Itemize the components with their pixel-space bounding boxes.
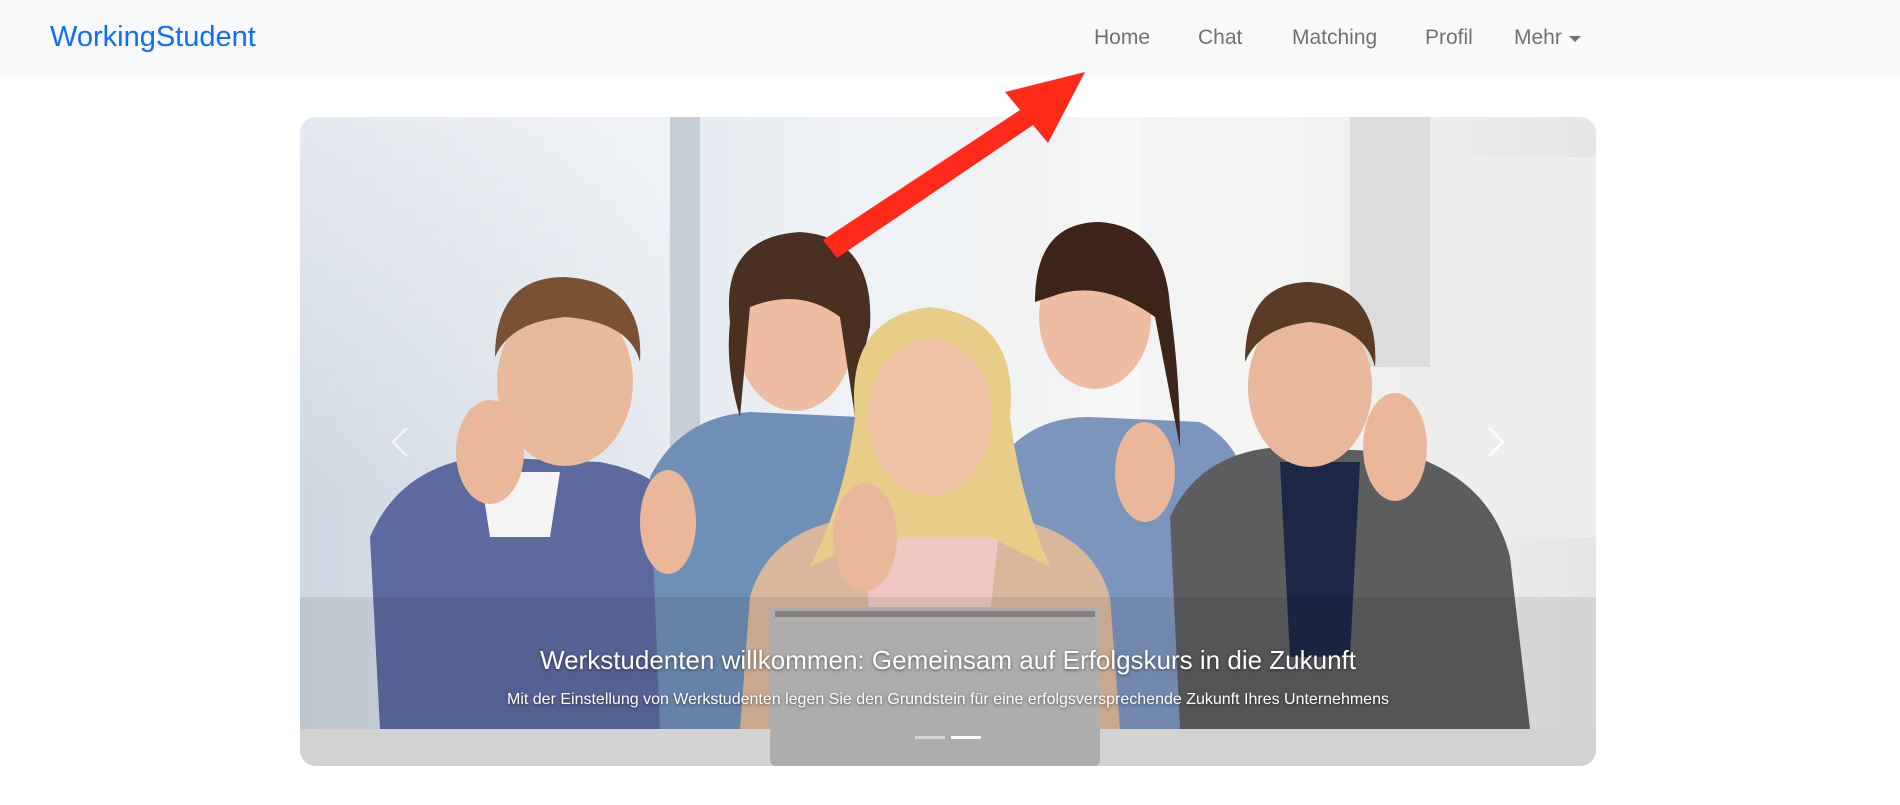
carousel-indicators xyxy=(300,736,1596,739)
nav-link-home[interactable]: Home xyxy=(1094,26,1150,50)
carousel-next-button[interactable] xyxy=(1456,377,1536,507)
brand-link[interactable]: WorkingStudent xyxy=(50,21,256,54)
nav-link-chat[interactable]: Chat xyxy=(1198,26,1242,50)
nav-dropdown-label: Mehr xyxy=(1514,26,1562,49)
carousel-caption-title: Werkstudenten willkommen: Gemeinsam auf … xyxy=(540,645,1356,675)
nav-link-profil[interactable]: Profil xyxy=(1425,26,1473,50)
annotation-arrow-icon xyxy=(823,72,1085,258)
carousel-indicator-2[interactable] xyxy=(951,736,981,739)
caret-down-icon xyxy=(1568,36,1581,42)
carousel-prev-button[interactable] xyxy=(360,377,440,507)
chevron-right-icon xyxy=(1488,427,1505,457)
carousel-caption-text: Mit der Einstellung von Werkstudenten le… xyxy=(507,691,1389,708)
carousel-indicator-1[interactable] xyxy=(915,736,945,739)
chevron-left-icon xyxy=(391,427,408,457)
nav-dropdown-mehr[interactable]: Mehr xyxy=(1514,26,1581,50)
nav-link-matching[interactable]: Matching xyxy=(1292,26,1377,50)
